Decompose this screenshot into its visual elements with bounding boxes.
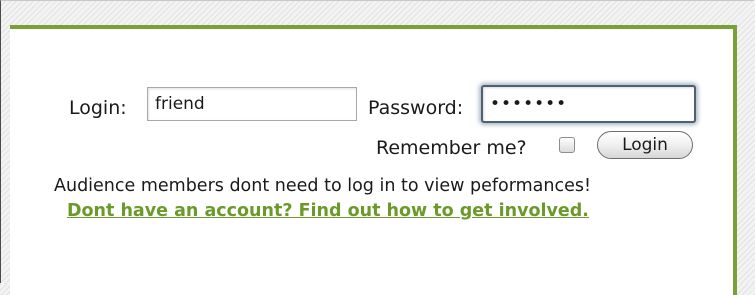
login-panel: Login: Password: Remember me? Login Audi…	[10, 25, 737, 295]
login-button[interactable]: Login	[597, 131, 693, 159]
get-involved-link[interactable]: Dont have an account? Find out how to ge…	[67, 199, 589, 223]
remember-me-checkbox[interactable]	[559, 137, 575, 153]
audience-note: Audience members dont need to log in to …	[54, 176, 591, 196]
username-input[interactable]	[147, 87, 357, 121]
remember-me-label: Remember me?	[376, 137, 527, 159]
password-label: Password:	[368, 97, 464, 119]
password-input[interactable]	[481, 85, 696, 123]
login-label: Login:	[69, 97, 127, 119]
